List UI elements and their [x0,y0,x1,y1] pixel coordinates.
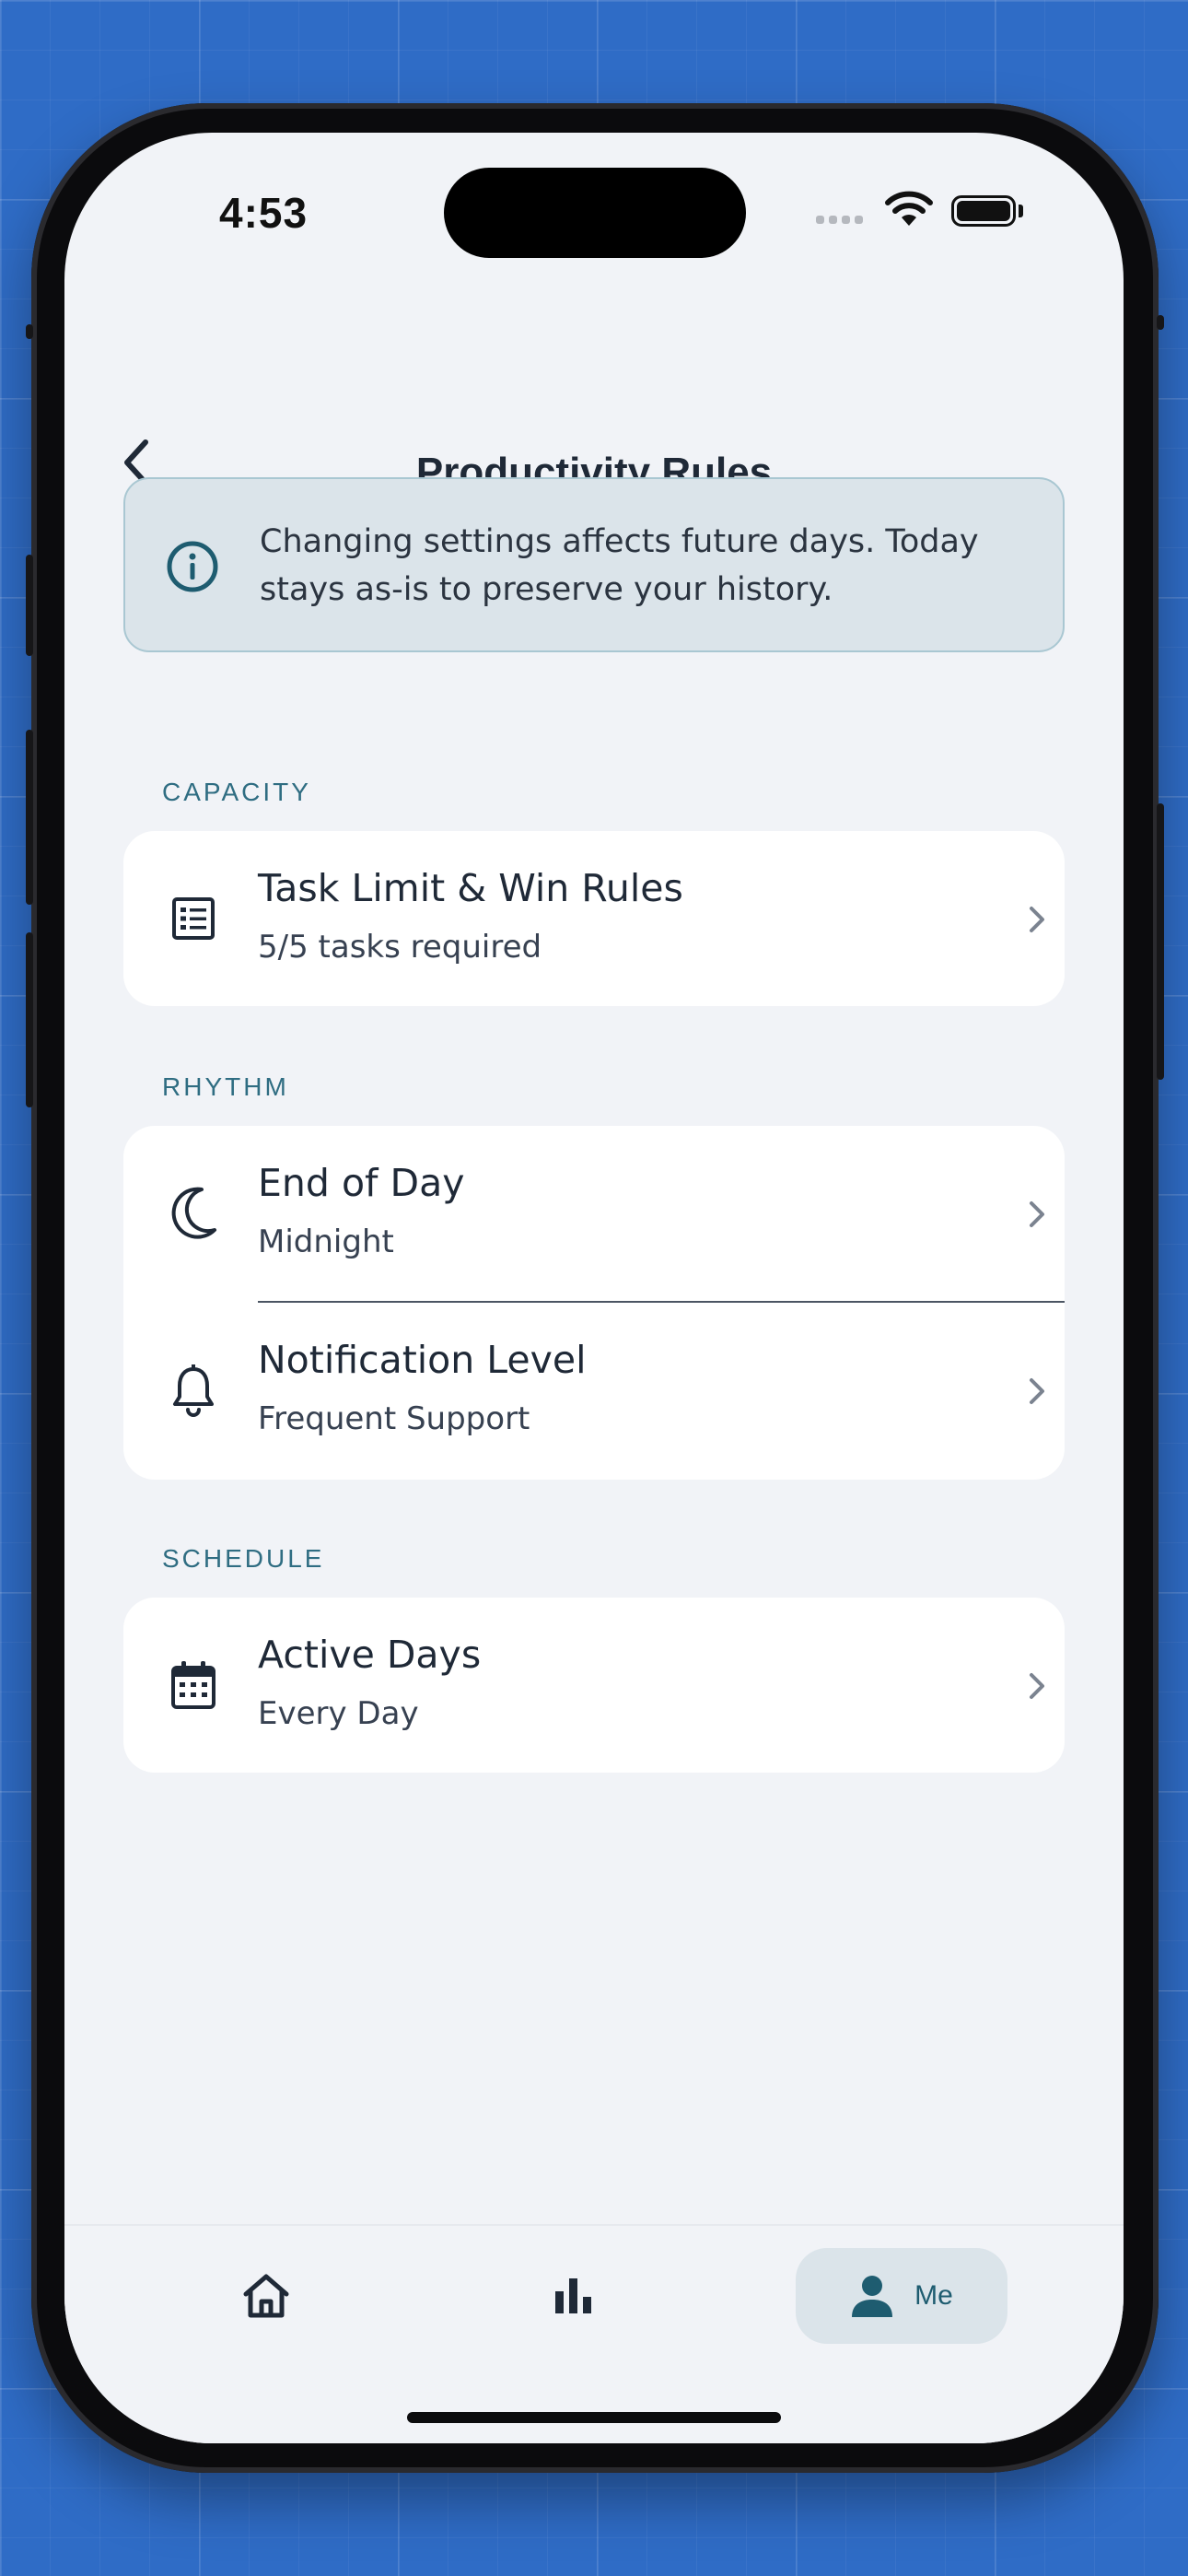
app-screen: 4:53 Productivity Rules Changing setting… [64,133,1124,2443]
info-circle-icon [167,541,218,592]
list-icon [164,889,223,948]
row-subtitle: 5/5 tasks required [258,929,542,966]
section-label-rhythm: RHYTHM [162,1072,289,1101]
tab-stats[interactable] [519,2248,628,2344]
volume-down-button [26,932,33,1107]
chevron-right-icon [1030,1201,1044,1227]
info-banner-text: Changing settings affects future days. T… [260,523,979,608]
chevron-right-icon [1030,1378,1044,1404]
chevron-right-icon [1030,1673,1044,1699]
tab-home[interactable] [212,2248,320,2344]
battery-icon [951,195,1016,227]
tab-bar: Me [64,2224,1124,2443]
row-subtitle: Midnight [258,1224,394,1260]
tab-me[interactable]: Me [796,2248,1007,2344]
status-time: 4:53 [219,189,309,237]
bar-chart-icon [555,2278,591,2313]
row-subtitle: Every Day [258,1695,419,1732]
section-label-schedule: SCHEDULE [162,1544,325,1573]
capacity-card: Task Limit & Win Rules 5/5 tasks require… [123,831,1065,1006]
mute-switch [26,555,33,656]
wifi-icon [885,191,933,226]
dynamic-island [444,168,746,258]
status-bar: 4:53 [64,133,1124,271]
row-title: Active Days [258,1633,482,1677]
power-button [1157,803,1164,1080]
calendar-icon [164,1656,223,1715]
tab-me-label: Me [914,2280,953,2311]
settings-row-task-limit[interactable]: Task Limit & Win Rules 5/5 tasks require… [123,831,1065,1006]
rhythm-card: End of Day Midnight Notification Level F… [123,1126,1065,1480]
home-icon [243,2274,289,2318]
volume-up-button [26,730,33,905]
section-label-capacity: CAPACITY [162,778,311,806]
schedule-card: Active Days Every Day [123,1598,1065,1773]
row-title: Task Limit & Win Rules [258,866,683,910]
person-icon [852,2276,893,2317]
row-title: Notification Level [258,1338,587,1382]
chevron-right-icon [1030,907,1044,932]
cellular-signal-icon [816,216,863,224]
moon-icon [164,1184,223,1243]
bell-icon [164,1361,223,1420]
settings-row-end-of-day[interactable]: End of Day Midnight [123,1126,1065,1301]
settings-row-active-days[interactable]: Active Days Every Day [123,1598,1065,1773]
row-subtitle: Frequent Support [258,1400,530,1437]
info-banner: Changing settings affects future days. T… [123,477,1065,652]
home-indicator[interactable] [407,2412,781,2423]
settings-row-notification-level[interactable]: Notification Level Frequent Support [123,1303,1065,1478]
row-title: End of Day [258,1161,465,1205]
